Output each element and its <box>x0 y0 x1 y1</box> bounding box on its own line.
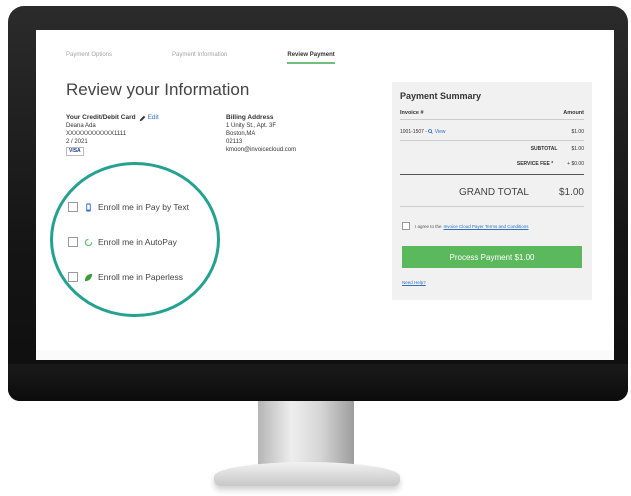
agree-text: I agree to the <box>415 223 442 229</box>
step-review-payment[interactable]: Review Payment <box>287 52 335 64</box>
card-name: Deana Ada <box>66 123 96 129</box>
grand-total-row: GRAND TOTAL $1.00 <box>400 187 584 198</box>
agree-terms-checkbox[interactable] <box>402 222 410 230</box>
monitor-stand-base <box>214 462 400 486</box>
grand-total-label: GRAND TOTAL <box>458 187 529 198</box>
paperless-label: Enroll me in Paperless <box>98 272 184 282</box>
view-invoice-link[interactable]: View <box>428 129 446 135</box>
billing-line2: Boston,MA <box>226 131 256 137</box>
edit-card-link[interactable]: Edit <box>139 114 159 122</box>
billing-line3: 02113 <box>226 139 243 145</box>
leaf-icon <box>84 273 93 281</box>
screen: Payment Options Payment Information Revi… <box>36 30 614 360</box>
payment-summary-panel: Payment Summary Invoice # Amount 1001-15… <box>392 82 592 300</box>
invoice-row: 1001-1507 - View $1.00 <box>400 129 584 135</box>
progress-steps: Payment Options Payment Information Revi… <box>66 52 395 64</box>
step-payment-options[interactable]: Payment Options <box>66 52 112 64</box>
search-icon <box>428 129 434 134</box>
summary-table-header: Invoice # Amount <box>400 110 584 120</box>
pencil-icon <box>139 115 145 121</box>
divider <box>400 140 584 141</box>
card-info: Your Credit/Debit Card Edit Deana Ada XX… <box>66 114 159 156</box>
grand-total-value: $1.00 <box>558 187 584 198</box>
divider <box>400 206 584 207</box>
refresh-icon <box>84 238 93 246</box>
terms-link[interactable]: Invoice Cloud Payer Terms and Conditions <box>444 224 529 229</box>
process-payment-button[interactable]: Process Payment $1.00 <box>402 246 582 268</box>
enroll-paperless-option[interactable]: Enroll me in Paperless <box>68 272 183 282</box>
billing-heading: Billing Address <box>226 114 274 121</box>
subtotal-label: SUBTOTAL <box>530 146 558 152</box>
invoice-number: 1001-1507 - <box>400 129 427 135</box>
edit-label: Edit <box>147 114 159 121</box>
card-heading: Your Credit/Debit Card <box>66 114 136 121</box>
phone-icon <box>86 202 91 212</box>
enroll-pay-by-text-option[interactable]: Enroll me in Pay by Text <box>68 202 189 212</box>
autopay-label: Enroll me in AutoPay <box>98 237 177 247</box>
divider <box>400 174 584 175</box>
service-fee-label: SERVICE FEE * <box>516 161 554 167</box>
visa-logo-icon: VISA <box>66 147 84 156</box>
billing-address: Billing Address 1 Unity St., Apt. 3F Bos… <box>226 114 296 154</box>
billing-line1: 1 Unity St., Apt. 3F <box>226 123 277 129</box>
col-amount: Amount <box>563 110 584 116</box>
service-fee-value: + $0.00 <box>567 161 584 167</box>
step-payment-information[interactable]: Payment Information <box>172 52 227 64</box>
pay-by-text-checkbox[interactable] <box>68 202 78 212</box>
screen-footer <box>36 350 614 360</box>
subtotal-row: SUBTOTAL $1.00 <box>400 146 584 152</box>
billing-email: kmoon@invoicecloud.com <box>226 147 297 153</box>
card-expiry: 2 / 2021 <box>66 139 88 145</box>
page-title: Review your Information <box>66 80 250 99</box>
service-fee-row: SERVICE FEE * + $0.00 <box>400 161 584 167</box>
need-help-link[interactable]: Need Help? <box>402 280 426 285</box>
enroll-autopay-option[interactable]: Enroll me in AutoPay <box>68 237 177 247</box>
paperless-checkbox[interactable] <box>68 272 78 282</box>
col-invoice: Invoice # <box>400 110 424 116</box>
summary-title: Payment Summary <box>400 91 482 101</box>
autopay-checkbox[interactable] <box>68 237 78 247</box>
monitor-chin <box>8 364 628 401</box>
invoice-amount: $1.00 <box>571 129 584 135</box>
terms-agreement: I agree to the Invoice Cloud Payer Terms… <box>402 222 529 230</box>
subtotal-value: $1.00 <box>571 146 584 152</box>
card-number: XXXXXXXXXXXX1111 <box>66 131 127 137</box>
view-label: View <box>434 129 446 135</box>
pay-by-text-label: Enroll me in Pay by Text <box>98 202 190 212</box>
